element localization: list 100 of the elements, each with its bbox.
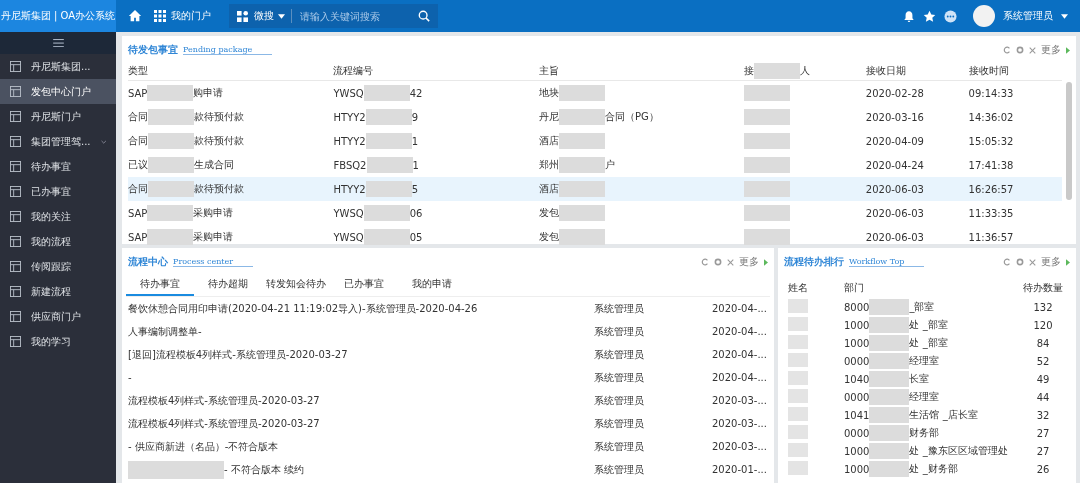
table-row[interactable]: SAP 采购申请 YWSQ 06 发包 2020-06-03 11:33:35 bbox=[128, 201, 1062, 225]
close-icon[interactable] bbox=[1029, 46, 1036, 54]
panel-title: 待发包事宜 bbox=[128, 43, 178, 57]
redacted-block bbox=[788, 317, 808, 331]
tab[interactable]: 待办事宜 bbox=[126, 277, 194, 296]
sidebar-item[interactable]: 丹尼斯门户 bbox=[0, 104, 116, 129]
table-cell: SAP bbox=[128, 87, 148, 99]
column-header: 接 bbox=[744, 64, 755, 78]
process-link[interactable]: 人事编制调整单- bbox=[128, 324, 202, 339]
table-cell: 2020-04-... bbox=[712, 349, 768, 360]
table-cell: YWSQ bbox=[333, 87, 364, 99]
table-row[interactable]: 合同 款待预付款 HTYY2 9 丹尼 合同（PG） 2020-03-16 14:36:02 bbox=[128, 105, 1062, 129]
search-scope-dropdown[interactable]: 微搜 bbox=[254, 9, 292, 23]
tab[interactable]: 已办事宜 bbox=[330, 277, 398, 296]
refresh-icon[interactable] bbox=[1003, 258, 1011, 266]
sidebar-item[interactable]: 已办事宜 bbox=[0, 179, 116, 204]
sidebar-item[interactable]: 集团管理驾... bbox=[0, 129, 116, 154]
table-cell: SAP bbox=[128, 207, 148, 219]
table-cell: HTYY2 bbox=[333, 111, 366, 123]
caret-icon[interactable] bbox=[1061, 13, 1068, 19]
star-icon[interactable] bbox=[923, 9, 936, 23]
process-link[interactable]: - bbox=[128, 372, 132, 383]
table-cell: 0000 bbox=[844, 391, 870, 403]
arrow-icon bbox=[1066, 258, 1070, 266]
table-cell: 2020-02-28 bbox=[865, 87, 924, 99]
search-icon[interactable] bbox=[418, 10, 430, 22]
table-cell-text: 84 bbox=[1035, 337, 1051, 349]
redacted-block bbox=[869, 299, 910, 315]
tab[interactable]: 转发知会待办 bbox=[262, 277, 330, 296]
more-link[interactable]: 更多 bbox=[1041, 255, 1061, 269]
sidebar-item[interactable]: 待办事宜 bbox=[0, 154, 116, 179]
table-cell: YWSQ bbox=[333, 207, 364, 219]
redacted-block bbox=[365, 109, 412, 125]
process-link[interactable]: 流程模板4列样式-系统管理员-2020-03-27 bbox=[128, 416, 320, 431]
close-icon[interactable] bbox=[727, 258, 734, 266]
column-header: 部门 bbox=[844, 281, 865, 295]
table-cell: 8000 bbox=[844, 301, 870, 313]
tab[interactable]: 我的申请 bbox=[398, 277, 466, 296]
sidebar-item[interactable]: 传阅跟踪 bbox=[0, 254, 116, 279]
table-cell: 长室 bbox=[909, 372, 930, 386]
sidebar-item[interactable]: 丹尼斯集团... bbox=[0, 54, 116, 79]
process-link[interactable]: [退回]流程模板4列样式-系统管理员-2020-03-27 bbox=[128, 347, 348, 362]
table-cell: 郑州 bbox=[538, 158, 559, 172]
table-cell-text: 32 bbox=[1035, 409, 1051, 421]
table-cell: 生活馆 _店长室 bbox=[909, 408, 978, 422]
sidebar-item[interactable]: 我的关注 bbox=[0, 204, 116, 229]
table-row[interactable]: 合同 款待预付款 HTYY2 1 酒店 2020-04-09 15:05:32 bbox=[128, 129, 1062, 153]
home-icon[interactable] bbox=[128, 9, 142, 23]
more-link[interactable]: 更多 bbox=[1041, 43, 1061, 57]
refresh-icon[interactable] bbox=[701, 258, 709, 266]
table-row[interactable]: 合同 款待预付款 HTYY2 5 酒店 2020-06-03 16:26:57 bbox=[128, 177, 1062, 201]
menu-icon[interactable] bbox=[52, 39, 64, 47]
redacted-block bbox=[558, 133, 605, 149]
sidebar-item[interactable]: 供应商门户 bbox=[0, 304, 116, 329]
app-logo[interactable]: 丹尼斯集团 | OA办公系统 bbox=[0, 0, 116, 32]
scrollbar[interactable] bbox=[1066, 82, 1072, 200]
redacted-block bbox=[147, 85, 194, 101]
more-link[interactable]: 更多 bbox=[739, 255, 759, 269]
table-row[interactable]: SAP 购申请 YWSQ 42 地块 2020-02-28 09:14:33 bbox=[128, 81, 1062, 105]
redacted-block bbox=[558, 205, 605, 221]
chat-icon[interactable] bbox=[944, 9, 957, 23]
table-row[interactable]: SAP 采购申请 YWSQ 05 发包 2020-06-03 11:36:57 bbox=[128, 225, 1062, 249]
settings-icon[interactable] bbox=[1016, 258, 1024, 266]
redacted-block bbox=[788, 407, 808, 421]
redacted-block bbox=[788, 389, 808, 403]
column-header: 流程编号 bbox=[333, 64, 374, 78]
sidebar-item[interactable]: 发包中心门户 bbox=[0, 79, 116, 104]
table-cell: 0000 bbox=[844, 427, 870, 439]
panel-title: 流程中心 bbox=[128, 255, 168, 269]
portal-button[interactable]: 我的门户 bbox=[150, 9, 215, 23]
process-link[interactable]: - 不符合版本 续约 bbox=[224, 462, 304, 477]
table-cell: 1040 bbox=[844, 373, 870, 385]
sidebar-item[interactable]: 我的流程 bbox=[0, 229, 116, 254]
table-cell: 1 bbox=[412, 159, 419, 171]
column-header: 类型 bbox=[128, 64, 148, 78]
search-bar[interactable]: 微搜 请输入关键词搜索 bbox=[229, 4, 438, 28]
table-cell: HTYY2 bbox=[333, 183, 366, 195]
table-cell: 2020-04-... bbox=[712, 326, 768, 337]
process-link[interactable]: - 供应商新进（名品）-不符合版本 bbox=[128, 439, 279, 454]
process-link[interactable]: 餐饮休憩合同用印申请(2020-04-21 11:19:02导入)-系统管理员-2020-04-26 bbox=[128, 301, 478, 316]
user-name[interactable]: 系统管理员 bbox=[1003, 9, 1053, 23]
redacted-block bbox=[365, 133, 412, 149]
settings-icon[interactable] bbox=[714, 258, 722, 266]
table-cell: 1000 bbox=[844, 337, 870, 349]
table-cell: SAP bbox=[128, 231, 148, 243]
bell-icon[interactable] bbox=[903, 9, 915, 23]
tab[interactable]: 待办超期 bbox=[194, 277, 262, 296]
settings-icon[interactable] bbox=[1016, 46, 1024, 54]
redacted-block bbox=[869, 407, 910, 423]
redacted-block bbox=[363, 205, 410, 221]
process-link[interactable]: 流程模板4列样式-系统管理员-2020-03-27 bbox=[128, 393, 320, 408]
table-cell: 采购申请 bbox=[193, 206, 234, 220]
sidebar-item[interactable]: 新建流程 bbox=[0, 279, 116, 304]
table-cell: 2020-03-... bbox=[712, 418, 768, 429]
refresh-icon[interactable] bbox=[1003, 46, 1011, 54]
redacted-block bbox=[558, 109, 605, 125]
avatar-icon[interactable] bbox=[973, 5, 995, 27]
close-icon[interactable] bbox=[1029, 258, 1036, 266]
table-row[interactable]: 已议 生成合同 FBSQ2 1 郑州 户 2020-04-24 17:41:38 bbox=[128, 153, 1062, 177]
sidebar-item[interactable]: 我的学习 bbox=[0, 329, 116, 354]
